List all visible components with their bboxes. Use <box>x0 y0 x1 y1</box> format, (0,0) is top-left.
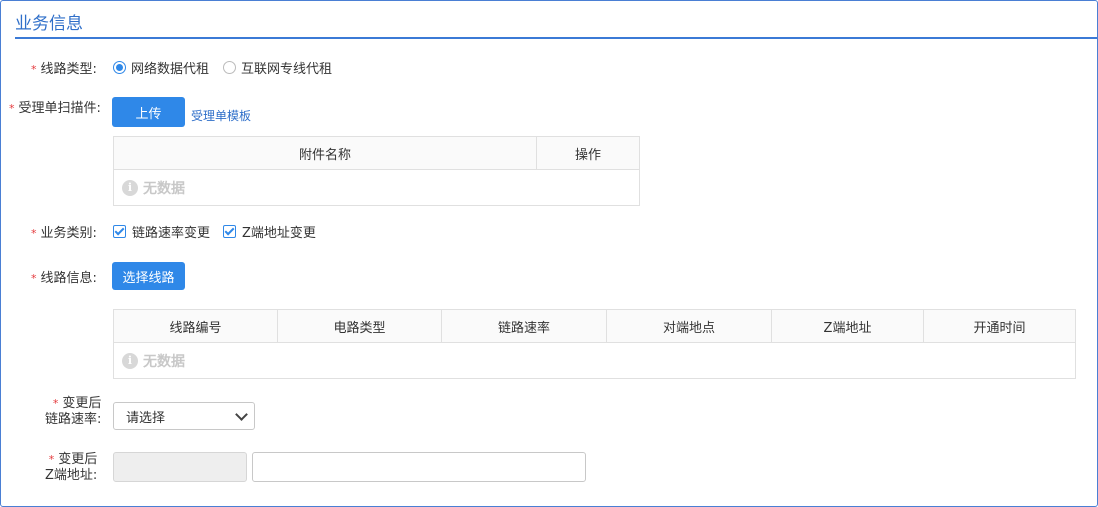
title-divider <box>15 37 1097 39</box>
checkbox-checked-icon[interactable] <box>223 225 236 238</box>
required-mark: * <box>52 397 59 410</box>
required-mark: * <box>31 272 37 285</box>
column-header: 附件名称 <box>113 136 537 170</box>
required-mark: * <box>48 453 55 466</box>
column-header: 操作 <box>536 136 640 170</box>
scan-label: * 受理单扫描件: <box>9 97 101 116</box>
business-info-panel: 业务信息 * 线路类型: 网络数据代租 互联网专线代租 * 受理单扫描件: 上传 受… <box>0 0 1098 507</box>
required-mark: * <box>31 63 37 76</box>
line-type-radio-1[interactable]: 网络数据代租 <box>113 58 209 77</box>
column-header: 线路编号 <box>113 309 278 343</box>
category-label-text: 业务类别: <box>40 226 97 241</box>
required-mark: * <box>9 102 15 115</box>
info-icon: i <box>122 352 138 369</box>
select-value: 请选择 <box>126 410 166 426</box>
address-prefix-field <box>113 452 247 482</box>
empty-text: 无数据 <box>143 353 185 370</box>
column-header: 对端地点 <box>606 309 772 343</box>
line-table: 线路编号 电路类型 链路速率 对端地点 Z端地址 开通时间 i 无数据 <box>113 309 1076 379</box>
column-header: Z端地址 <box>771 309 924 343</box>
radio-label: 网络数据代租 <box>131 62 210 77</box>
column-header: 电路类型 <box>277 309 442 343</box>
scan-label-text: 受理单扫描件: <box>18 101 101 116</box>
empty-row: i 无数据 <box>113 342 1076 379</box>
template-link[interactable]: 受理单模板 <box>191 107 251 124</box>
select-line-button[interactable]: 选择线路 <box>112 262 185 290</box>
new-rate-label-line1: 变更后 <box>62 396 102 411</box>
new-rate-select[interactable]: 请选择 <box>113 402 255 430</box>
radio-unselected-icon[interactable] <box>223 61 236 74</box>
category-label: * 业务类别: <box>31 222 97 241</box>
address-detail-input[interactable] <box>252 452 586 482</box>
checkbox-checked-icon[interactable] <box>113 225 126 238</box>
radio-selected-icon[interactable] <box>113 61 126 74</box>
line-info-label: * 线路信息: <box>31 267 97 286</box>
attachment-table: 附件名称 操作 i 无数据 <box>113 136 640 206</box>
column-header: 开通时间 <box>923 309 1076 343</box>
info-icon: i <box>122 179 138 196</box>
line-info-label-text: 线路信息: <box>40 271 97 286</box>
empty-row: i 无数据 <box>113 169 640 206</box>
new-rate-label: * 变更后 链路速率: <box>45 396 101 428</box>
line-type-label-text: 线路类型: <box>40 62 97 77</box>
line-type-label: * 线路类型: <box>31 58 97 77</box>
new-address-label-line1: 变更后 <box>58 452 98 467</box>
required-mark: * <box>31 227 37 240</box>
category-checkbox-2[interactable]: Z端地址变更 <box>223 222 316 241</box>
new-rate-label-line2: 链路速率: <box>45 412 102 427</box>
upload-button[interactable]: 上传 <box>112 97 185 127</box>
radio-label: 互联网专线代租 <box>241 62 333 77</box>
new-address-label: * 变更后 Z端地址: <box>45 452 97 484</box>
checkbox-label: 链路速率变更 <box>132 226 211 241</box>
new-address-label-line2: Z端地址: <box>45 468 98 483</box>
empty-text: 无数据 <box>143 180 185 197</box>
checkbox-label: Z端地址变更 <box>242 226 316 241</box>
line-type-radio-2[interactable]: 互联网专线代租 <box>223 58 332 77</box>
section-title: 业务信息 <box>15 14 83 34</box>
column-header: 链路速率 <box>441 309 607 343</box>
chevron-down-icon <box>235 407 248 421</box>
category-checkbox-1[interactable]: 链路速率变更 <box>113 222 210 241</box>
